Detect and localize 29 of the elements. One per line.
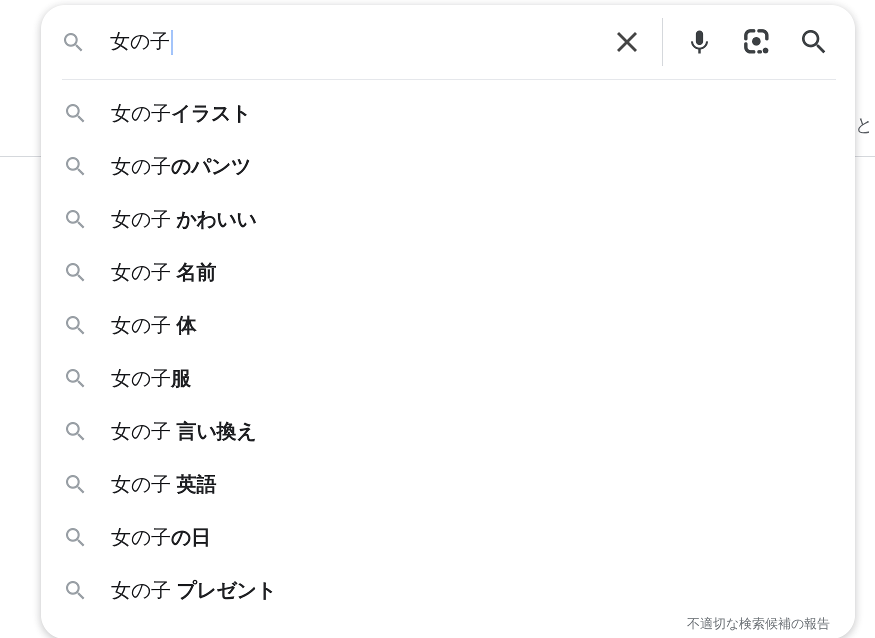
suggestion-text[interactable]: 女の子 かわいい bbox=[111, 206, 257, 232]
search-icon bbox=[66, 210, 85, 229]
suggestion-text[interactable]: 女の子服 bbox=[111, 366, 191, 392]
search-field[interactable]: 女の子 bbox=[110, 22, 607, 62]
search-icon bbox=[66, 157, 85, 176]
search-icon bbox=[66, 581, 85, 600]
suggestion-text[interactable]: 女の子 名前 bbox=[111, 260, 217, 286]
suggestion-text[interactable]: 女の子 英語 bbox=[111, 472, 217, 498]
report-link[interactable]: 不適切な検索候補の報告 bbox=[687, 615, 830, 633]
camera-icon bbox=[744, 29, 770, 55]
text-fragment: と bbox=[855, 114, 873, 136]
search-query: 女の子 bbox=[110, 30, 170, 55]
search-icon bbox=[66, 104, 85, 123]
search-icon bbox=[66, 528, 85, 547]
suggestion-text[interactable]: 女の子のパンツ bbox=[111, 154, 251, 180]
suggestion-text[interactable]: 女の子 言い換え bbox=[111, 418, 257, 444]
suggestion-text[interactable]: 女の子 体 bbox=[111, 312, 197, 338]
close-icon bbox=[617, 32, 637, 52]
suggestion-text[interactable]: 女の子 プレゼント bbox=[111, 578, 277, 604]
suggestion-text[interactable]: 女の子イラスト bbox=[111, 100, 251, 126]
search-icon bbox=[66, 316, 85, 335]
search-icon bbox=[66, 369, 85, 388]
search-icon bbox=[802, 30, 826, 54]
search-icon bbox=[66, 263, 85, 282]
suggestion-text[interactable]: 女の子の日 bbox=[111, 524, 211, 550]
search-icon bbox=[64, 32, 83, 52]
microphone-icon bbox=[690, 30, 708, 54]
search-icon bbox=[66, 422, 85, 441]
search-icon bbox=[66, 475, 85, 494]
